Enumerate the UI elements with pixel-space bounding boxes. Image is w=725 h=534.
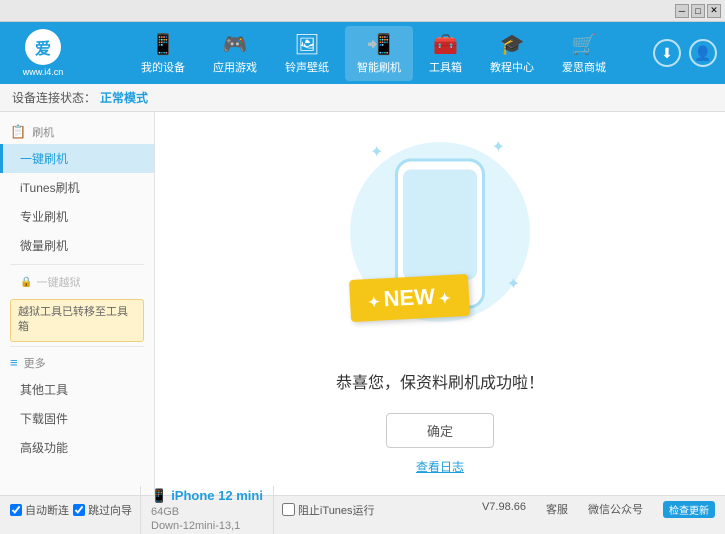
nav-toolbox-icon: 🧰 [433, 32, 458, 57]
nav-toolbox[interactable]: 🧰 工具箱 [417, 26, 474, 81]
micro-flash-label: 微量刷机 [20, 239, 68, 253]
one-click-flash-label: 一键刷机 [20, 152, 68, 166]
auto-dismiss-label: 自动断连 [25, 502, 69, 518]
status-label: 设备连接状态： [12, 89, 96, 106]
sidebar-item-pro-flash[interactable]: 专业刷机 [0, 202, 154, 231]
today-link[interactable]: 查看日志 [416, 458, 464, 475]
close-button[interactable]: ✕ [707, 4, 721, 18]
confirm-button[interactable]: 确定 [386, 413, 494, 448]
sidebar-item-advanced[interactable]: 高级功能 [0, 433, 154, 462]
nav-my-device[interactable]: 📱 我的设备 [129, 26, 197, 81]
other-tools-label: 其他工具 [20, 383, 68, 397]
top-nav: 爱 www.i4.cn 📱 我的设备 🎮 应用游戏 🖼 铃声壁纸 📲 智能刷机 … [0, 22, 725, 84]
advanced-label: 高级功能 [20, 441, 68, 455]
wechat-link[interactable]: 微信公众号 [588, 501, 643, 518]
nav-items: 📱 我的设备 🎮 应用游戏 🖼 铃声壁纸 📲 智能刷机 🧰 工具箱 🎓 教程中心… [94, 26, 653, 81]
nav-mall[interactable]: 🛒 爱思商城 [550, 26, 618, 81]
nav-device-icon: 📱 [151, 32, 176, 57]
maximize-button[interactable]: □ [691, 4, 705, 18]
logo-text: www.i4.cn [23, 67, 64, 77]
check-update-button[interactable]: 检查更新 [663, 501, 715, 518]
sidebar-item-micro-flash[interactable]: 微量刷机 [0, 231, 154, 260]
main-layout: 📋 刷机 一键刷机 iTunes刷机 专业刷机 微量刷机 🔒 一键越狱 越狱工具… [0, 112, 725, 495]
device-storage: 64GB [151, 506, 263, 518]
sidebar-section-flash[interactable]: 📋 刷机 [0, 120, 154, 144]
more-section-icon: ≡ [10, 355, 18, 370]
logo-icon: 爱 [25, 29, 61, 65]
minimize-button[interactable]: ─ [675, 4, 689, 18]
window-controls[interactable]: ─ □ ✕ [675, 4, 721, 18]
skip-wizard-checkbox[interactable] [73, 504, 85, 516]
more-section-label: 更多 [24, 355, 46, 371]
sparkle-2: ✦ [492, 137, 505, 157]
jailbreak-label: 一键越狱 [36, 274, 80, 290]
phone-screen [403, 169, 477, 279]
nav-toolbox-label: 工具箱 [429, 59, 462, 75]
nav-smart-flash[interactable]: 📲 智能刷机 [345, 26, 413, 81]
checkbox-auto-dismiss[interactable]: 自动断连 [10, 502, 69, 518]
nav-apps-games[interactable]: 🎮 应用游戏 [201, 26, 269, 81]
nav-mall-icon: 🛒 [572, 32, 597, 57]
device-info-panel: 📱 iPhone 12 mini 64GB Down-12mini-13,1 [140, 486, 274, 534]
nav-wallpaper[interactable]: 🖼 铃声壁纸 [273, 26, 341, 81]
stop-itunes-area[interactable]: 阻止iTunes运行 [282, 502, 375, 518]
device-icon: 📱 [151, 488, 167, 504]
service-link[interactable]: 客服 [546, 501, 568, 518]
new-badge: NEW [349, 274, 470, 322]
user-button[interactable]: 👤 [689, 39, 717, 67]
logo-area[interactable]: 爱 www.i4.cn [8, 29, 78, 77]
nav-flash-icon: 📲 [367, 32, 392, 57]
flash-section-icon: 📋 [10, 124, 26, 140]
device-system: Down-12mini-13,1 [151, 520, 263, 532]
content-area: NEW ✦ ✦ ✦ 恭喜您，保资料刷机成功啦！ 确定 查看日志 [155, 112, 725, 495]
nav-flash-label: 智能刷机 [357, 59, 401, 75]
sidebar-section-more[interactable]: ≡ 更多 [0, 351, 154, 375]
footer: 自动断连 跳过向导 📱 iPhone 12 mini 64GB Down-12m… [0, 495, 725, 523]
device-name: 📱 iPhone 12 mini [151, 488, 263, 504]
checkbox-skip-wizard[interactable]: 跳过向导 [73, 502, 132, 518]
status-value: 正常模式 [100, 89, 148, 106]
title-bar: ─ □ ✕ [0, 0, 725, 22]
sidebar-item-other-tools[interactable]: 其他工具 [0, 375, 154, 404]
nav-wallpaper-icon: 🖼 [294, 32, 319, 57]
nav-tutorial-label: 教程中心 [490, 59, 534, 75]
sidebar-section-jailbreak: 🔒 一键越狱 [0, 269, 154, 295]
nav-right: ⬇ 👤 [653, 39, 717, 67]
sidebar-item-one-click-flash[interactable]: 一键刷机 [0, 144, 154, 173]
jailbreak-info-box: 越狱工具已转移至工具箱 [10, 299, 144, 342]
nav-mall-label: 爱思商城 [562, 59, 606, 75]
sidebar: 📋 刷机 一键刷机 iTunes刷机 专业刷机 微量刷机 🔒 一键越狱 越狱工具… [0, 112, 155, 495]
nav-apps-icon: 🎮 [223, 32, 248, 57]
nav-wallpaper-label: 铃声壁纸 [285, 59, 329, 75]
sidebar-item-itunes-flash[interactable]: iTunes刷机 [0, 173, 154, 202]
nav-tutorial-icon: 🎓 [500, 32, 525, 57]
success-message: 恭喜您，保资料刷机成功啦！ [336, 369, 544, 393]
flash-section-label: 刷机 [32, 124, 54, 140]
lock-icon: 🔒 [20, 277, 32, 288]
version-text: V7.98.66 [482, 501, 526, 518]
auto-dismiss-checkbox[interactable] [10, 504, 22, 516]
sparkle-3: ✦ [507, 274, 520, 294]
sidebar-divider-1 [10, 264, 144, 265]
success-illustration: NEW ✦ ✦ ✦ [340, 132, 540, 349]
nav-tutorial[interactable]: 🎓 教程中心 [478, 26, 546, 81]
pro-flash-label: 专业刷机 [20, 210, 68, 224]
sidebar-item-download-firmware[interactable]: 下载固件 [0, 404, 154, 433]
download-firmware-label: 下载固件 [20, 412, 68, 426]
itunes-flash-label: iTunes刷机 [20, 181, 80, 195]
nav-apps-label: 应用游戏 [213, 59, 257, 75]
download-button[interactable]: ⬇ [653, 39, 681, 67]
stop-itunes-label: 阻止iTunes运行 [298, 502, 375, 518]
stop-itunes-checkbox[interactable] [282, 503, 295, 516]
skip-wizard-label: 跳过向导 [88, 502, 132, 518]
nav-device-label: 我的设备 [141, 59, 185, 75]
status-bar: 设备连接状态： 正常模式 [0, 84, 725, 112]
footer-left: 自动断连 跳过向导 [10, 502, 132, 518]
sidebar-divider-2 [10, 346, 144, 347]
footer-mid: V7.98.66 客服 微信公众号 检查更新 [482, 501, 715, 518]
sparkle-1: ✦ [370, 142, 383, 162]
